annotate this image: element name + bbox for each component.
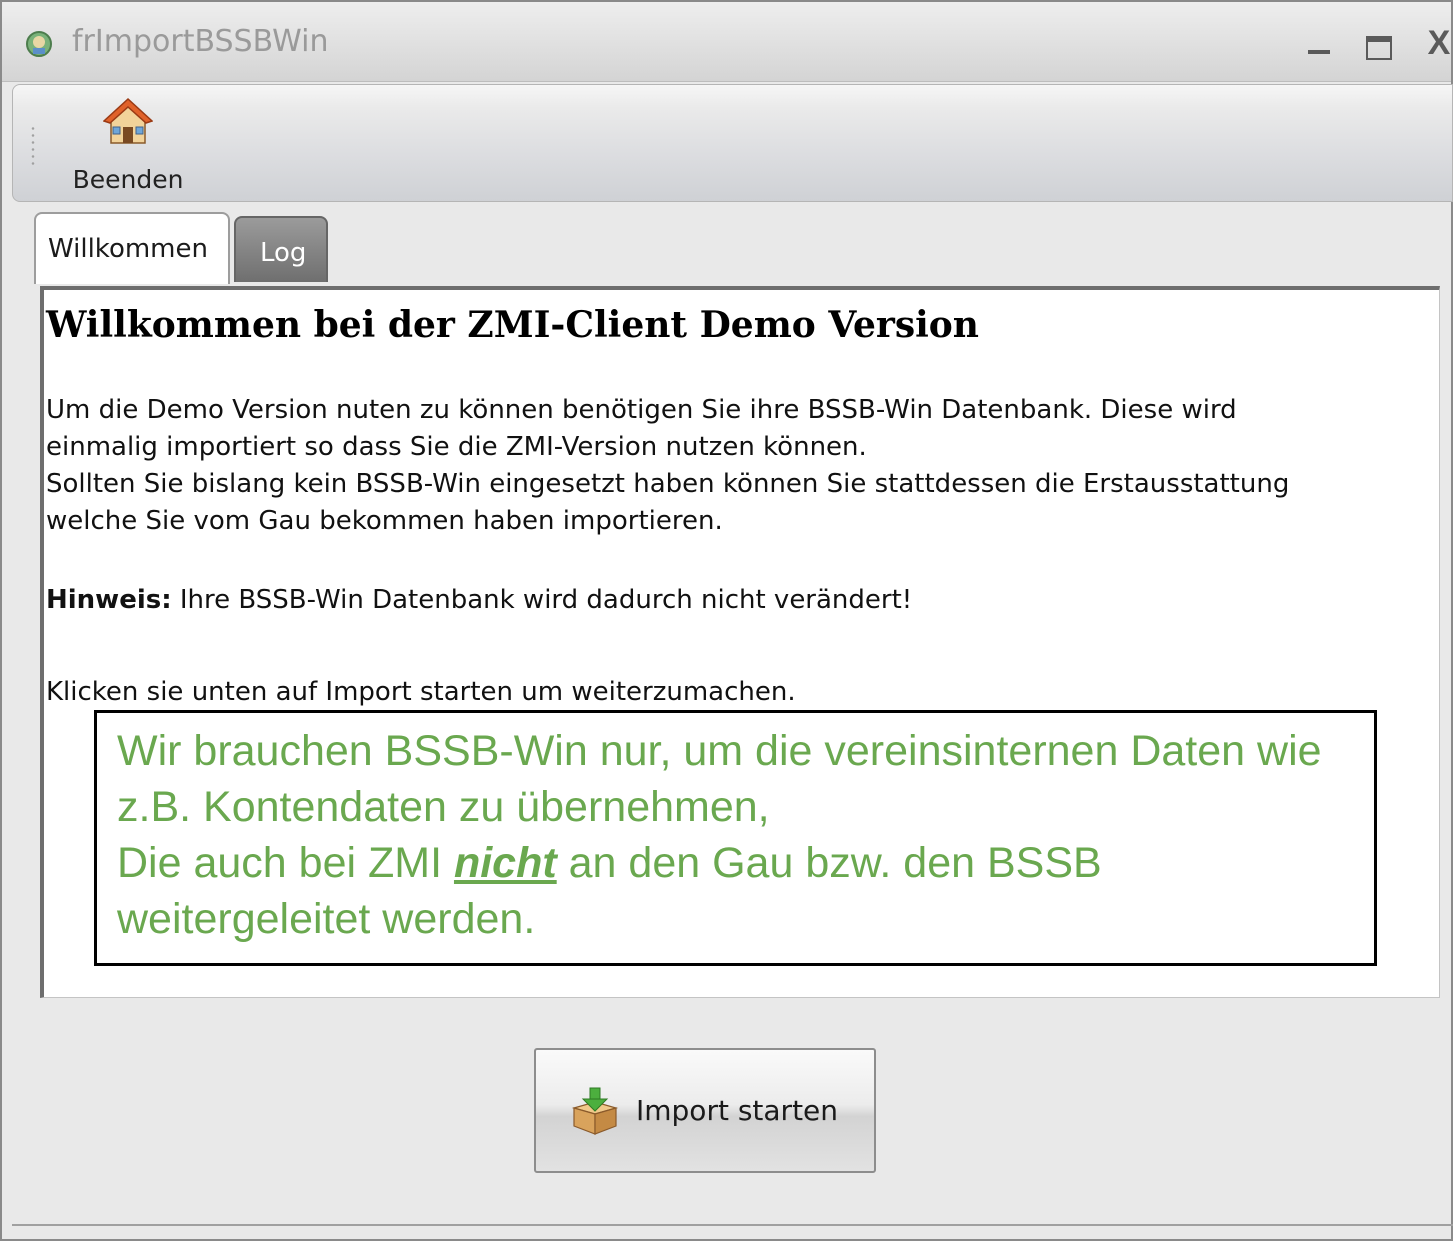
intro-line: einmalig importiert so dass Sie die ZMI-… <box>46 432 867 462</box>
window-bottom-divider <box>12 1224 1453 1226</box>
annotation-line: Wir brauchen BSSB-Win nur, um die verein… <box>117 727 1322 775</box>
app-icon <box>26 31 52 57</box>
intro-line: Sollten Sie bislang kein BSSB-Win einges… <box>46 469 1290 499</box>
title-bar[interactable]: frImportBSSBWin X <box>2 2 1451 82</box>
annotation-text: Wir brauchen BSSB-Win nur, um die verein… <box>117 723 1322 947</box>
window-title: frImportBSSBWin <box>72 24 329 59</box>
annotation-line: z.B. Kontendaten zu übernehmen, <box>117 783 770 831</box>
instruction-text: Klicken sie unten auf Import starten um … <box>46 677 796 707</box>
annotation-callout-box: Wir brauchen BSSB-Win nur, um die verein… <box>94 710 1377 966</box>
tab-willkommen[interactable]: Willkommen <box>34 212 230 284</box>
welcome-heading: Willkommen bei der ZMI-Client Demo Versi… <box>46 304 979 346</box>
hint-label: Hinweis: <box>46 585 172 615</box>
maximize-button[interactable] <box>1354 20 1404 66</box>
tab-willkommen-label: Willkommen <box>48 234 208 264</box>
annotation-line: Die auch bei ZMI nicht an den Gau bzw. d… <box>117 835 1322 891</box>
beenden-label: Beenden <box>72 165 184 194</box>
tab-log-label: Log <box>260 238 307 268</box>
hint-text: Ihre BSSB-Win Datenbank wird dadurch nic… <box>171 585 913 615</box>
intro-line: welche Sie vom Gau bekommen haben import… <box>46 506 723 536</box>
import-window: frImportBSSBWin X Beenden Willkommen Log… <box>0 0 1453 1241</box>
annotation-line: weitergeleitet werden. <box>117 895 536 943</box>
toolbar-grip-handle[interactable] <box>31 125 35 169</box>
import-start-label: Import starten <box>636 1094 839 1127</box>
annotation-emphasis: nicht <box>453 839 557 887</box>
annotation-line-part: Die auch bei ZMI <box>117 839 454 887</box>
beenden-button[interactable]: Beenden <box>63 93 193 197</box>
hint-paragraph: Hinweis: Ihre BSSB-Win Datenbank wird da… <box>46 582 912 619</box>
toolbar: Beenden <box>12 84 1453 202</box>
home-icon <box>103 97 153 144</box>
annotation-line-part: an den Gau bzw. den BSSB <box>556 839 1102 887</box>
minimize-button[interactable] <box>1294 20 1344 66</box>
close-button[interactable]: X <box>1414 20 1453 66</box>
intro-line: Um die Demo Version nuten zu können benö… <box>46 395 1237 425</box>
import-start-button[interactable]: Import starten <box>534 1048 876 1173</box>
intro-paragraph: Um die Demo Version nuten zu können benö… <box>46 392 1289 540</box>
tab-log[interactable]: Log <box>234 216 328 282</box>
box-download-icon <box>571 1087 619 1135</box>
